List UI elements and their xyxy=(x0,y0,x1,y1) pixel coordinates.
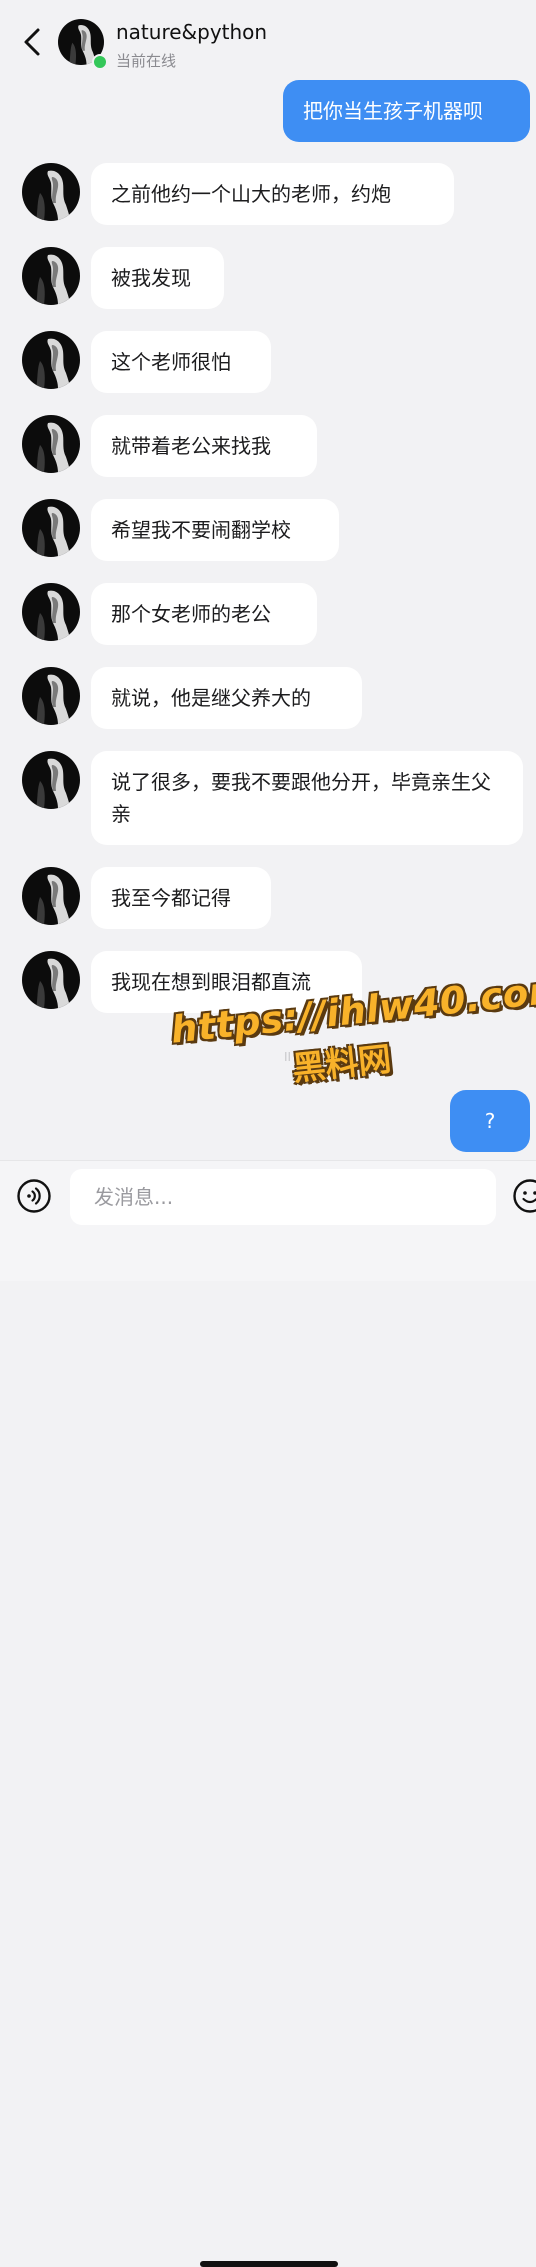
sender-avatar[interactable] xyxy=(22,415,80,473)
message-bubble-received[interactable]: 说了很多，要我不要跟他分开，毕竟亲生父亲 xyxy=(91,751,523,845)
message-bubble-received[interactable]: 我至今都记得 xyxy=(91,867,271,929)
home-indicator xyxy=(200,2261,338,2267)
sender-avatar[interactable] xyxy=(22,867,80,925)
message-bubble-received[interactable]: 之前他约一个山大的老师，约炮 xyxy=(91,163,454,225)
online-status-text: 当前在线 xyxy=(116,50,176,71)
back-arrow-icon[interactable] xyxy=(18,24,48,60)
message-input[interactable] xyxy=(70,1169,496,1225)
message-bubble-received[interactable]: 那个女老师的老公 xyxy=(91,583,317,645)
chat-header: nature&python 当前在线 xyxy=(0,0,536,80)
message-bubble-received[interactable]: 这个老师很怕 xyxy=(91,331,271,393)
message-bubble-sent[interactable]: 把你当生孩子机器呗 xyxy=(283,80,530,142)
message-bubble-received[interactable]: 就带着老公来找我 xyxy=(91,415,317,477)
voice-input-icon[interactable] xyxy=(16,1178,52,1214)
message-bubble-received[interactable]: 就说，他是继父养大的 xyxy=(91,667,362,729)
message-bubble-sent[interactable]: ? xyxy=(450,1090,530,1152)
sender-avatar[interactable] xyxy=(22,751,80,809)
emoji-icon[interactable] xyxy=(512,1178,536,1214)
message-bubble-received[interactable]: 被我发现 xyxy=(91,247,224,309)
sender-avatar[interactable] xyxy=(22,331,80,389)
sender-avatar[interactable] xyxy=(22,583,80,641)
sender-avatar[interactable] xyxy=(22,499,80,557)
message-input-bar xyxy=(0,1160,536,1281)
sender-avatar[interactable] xyxy=(22,951,80,1009)
contact-name[interactable]: nature&python xyxy=(116,20,267,44)
message-bubble-received[interactable]: 希望我不要闹翻学校 xyxy=(91,499,339,561)
sender-avatar[interactable] xyxy=(22,163,80,221)
watermark-site-name: 黑料网 xyxy=(290,1032,393,1090)
sender-avatar[interactable] xyxy=(22,247,80,305)
sender-avatar[interactable] xyxy=(22,667,80,725)
online-status-icon xyxy=(92,54,108,70)
